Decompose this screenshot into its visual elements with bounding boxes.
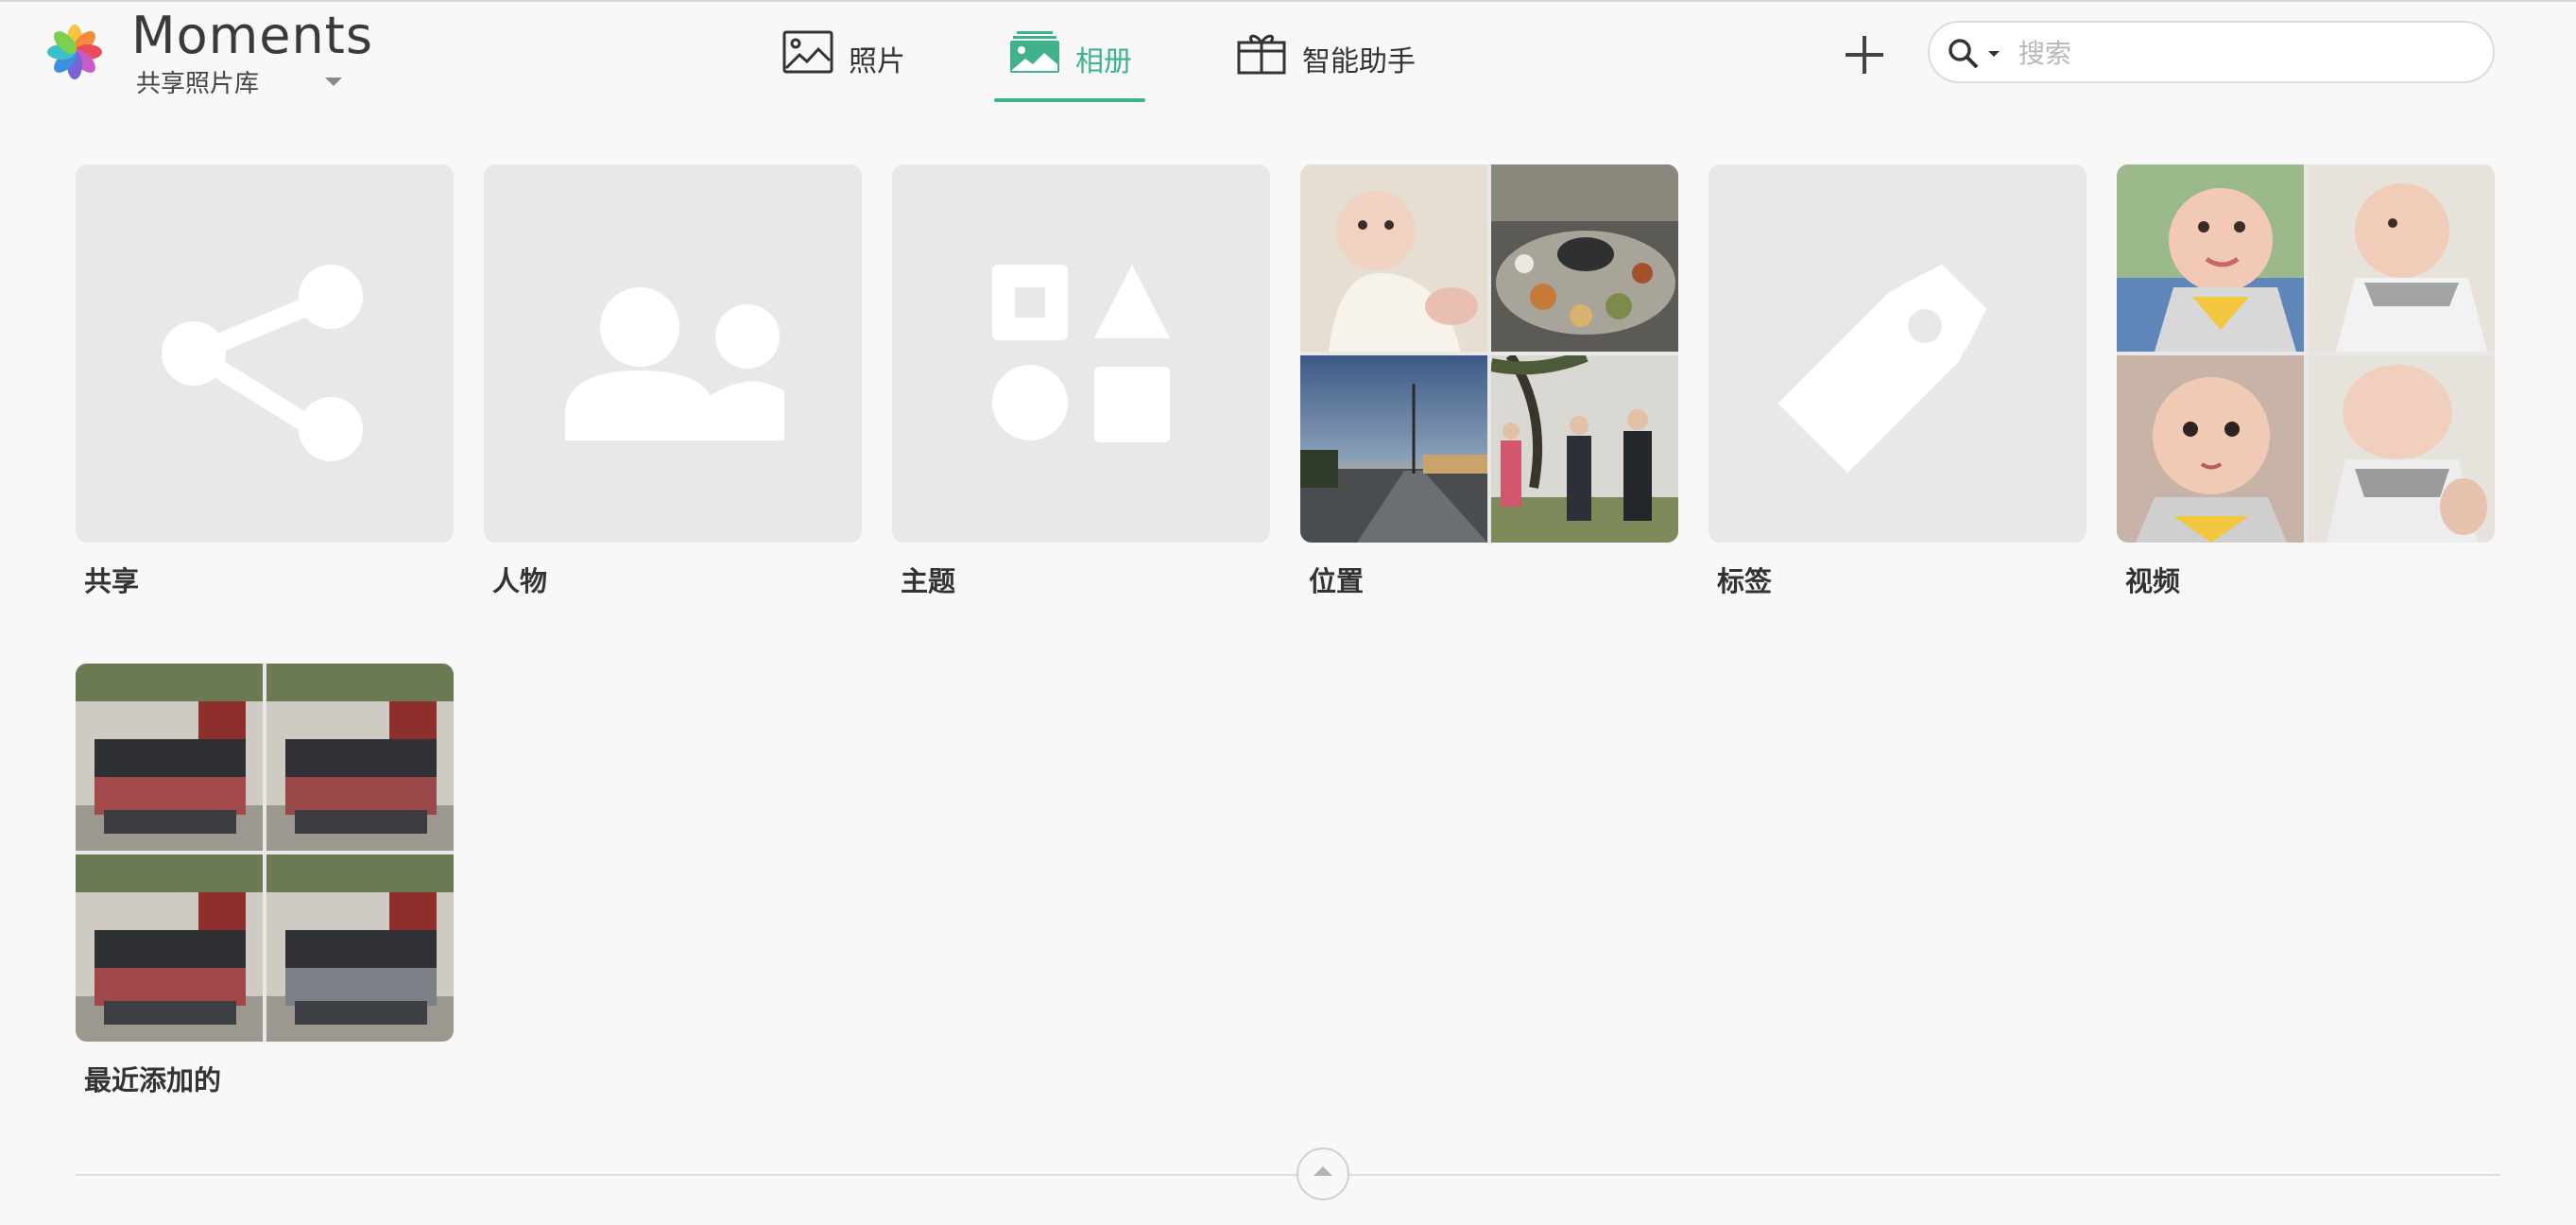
chevron-up-icon[interactable] xyxy=(1297,1147,1349,1200)
shapes-icon xyxy=(992,265,1170,442)
album-videos[interactable]: 视频 xyxy=(2117,164,2495,597)
album-label: 共享 xyxy=(84,565,140,597)
album-thumbnail xyxy=(484,164,862,543)
group-photo-4 xyxy=(266,854,454,1042)
album-label: 人物 xyxy=(492,565,548,597)
gift-icon xyxy=(1237,34,1286,75)
search-scope-dropdown[interactable] xyxy=(1988,51,2000,57)
album-people[interactable]: 人物 xyxy=(484,164,862,597)
image-icon xyxy=(782,30,833,74)
search-box[interactable] xyxy=(1928,21,2495,83)
group-photo-1 xyxy=(76,664,263,851)
baby-photo-2 xyxy=(2308,164,2495,352)
album-label: 视频 xyxy=(2125,565,2181,597)
app-title: Moments xyxy=(131,6,373,65)
tab-albums[interactable]: 相册 xyxy=(1009,30,1132,104)
album-label: 标签 xyxy=(1717,565,1773,597)
baby-photo-4 xyxy=(2308,355,2495,543)
moments-logo-icon xyxy=(47,25,102,79)
group-photo-2 xyxy=(266,664,454,851)
album-themes[interactable]: 主题 xyxy=(892,164,1270,597)
people-icon xyxy=(565,287,784,440)
album-thumbnail xyxy=(76,164,454,543)
tab-photos-label: 照片 xyxy=(849,45,905,78)
album-label: 主题 xyxy=(901,565,956,597)
album-thumbnail xyxy=(1709,164,2087,543)
album-recently-added[interactable]: 最近添加的 xyxy=(76,664,454,1096)
library-selector[interactable]: 共享照片库 xyxy=(136,64,259,99)
album-thumbnail xyxy=(2117,164,2495,543)
group-photo-3 xyxy=(76,854,263,1042)
street-sunset-photo xyxy=(1300,355,1487,543)
elders-outdoor-photo xyxy=(1491,355,1678,543)
album-shared[interactable]: 共享 xyxy=(76,164,454,597)
plus-icon[interactable] xyxy=(1838,28,1891,81)
baby-photo-3 xyxy=(2117,355,2304,543)
tag-icon xyxy=(1777,255,1996,474)
album-label: 最近添加的 xyxy=(84,1064,222,1096)
album-stack-icon xyxy=(1010,31,1059,73)
search-icon[interactable] xyxy=(1947,37,1981,71)
share-icon xyxy=(162,265,363,461)
tab-photos[interactable]: 照片 xyxy=(782,30,905,104)
album-places[interactable]: 位置 xyxy=(1300,164,1678,597)
chevron-down-icon[interactable] xyxy=(325,78,342,86)
album-label: 位置 xyxy=(1309,565,1365,597)
active-tab-indicator xyxy=(994,98,1145,102)
album-thumbnail xyxy=(1300,164,1678,543)
tab-albums-label: 相册 xyxy=(1075,45,1132,78)
tab-assistant-label: 智能助手 xyxy=(1302,45,1416,78)
album-thumbnail xyxy=(76,664,454,1042)
tab-assistant[interactable]: 智能助手 xyxy=(1236,30,1416,104)
album-tags[interactable]: 标签 xyxy=(1709,164,2087,597)
baby-photo-1 xyxy=(2117,164,2304,352)
baby-photo xyxy=(1300,164,1487,352)
window-top-border xyxy=(0,0,2576,2)
footer-divider xyxy=(76,1174,2500,1176)
dinner-table-photo xyxy=(1491,164,1678,352)
album-thumbnail xyxy=(892,164,1270,543)
search-input[interactable] xyxy=(2017,32,2474,74)
